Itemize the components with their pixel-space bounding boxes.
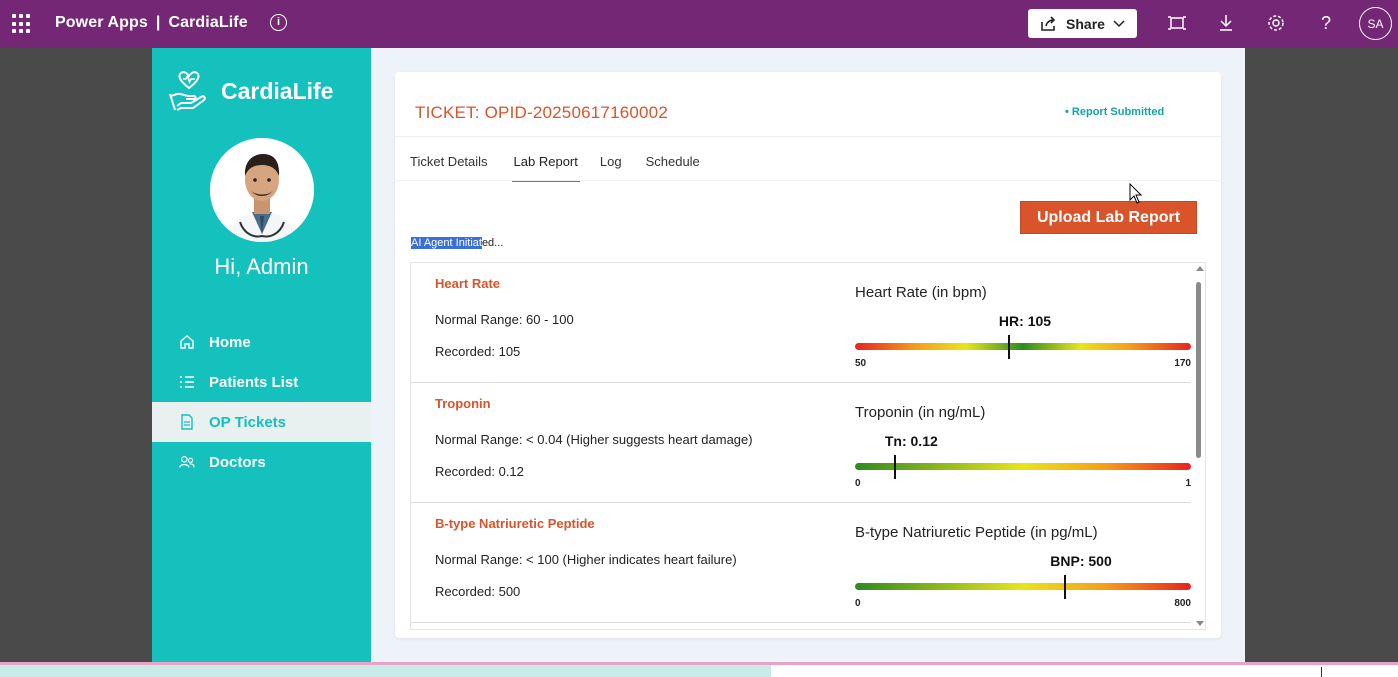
ai-agent-status[interactable]: AI Agent Initiated...: [411, 237, 503, 249]
waffle-icon[interactable]: [12, 14, 32, 34]
sidebar-item-label: OP Tickets: [209, 413, 286, 431]
greeting: Hi, Admin: [214, 254, 309, 279]
list-icon: [179, 374, 195, 390]
app-title: Power Apps | CardiaLife: [55, 14, 248, 32]
app-title-product: Power Apps: [55, 14, 148, 31]
brand: CardiaLife: [169, 70, 333, 112]
ticket-tabs: Ticket Details Lab Report Log Schedule: [410, 150, 724, 182]
tab-log[interactable]: Log: [600, 150, 634, 182]
tab-ticket-details[interactable]: Ticket Details: [410, 150, 500, 182]
sidebar-nav: Home Patients List OP Tickets Doctors: [152, 322, 371, 482]
normal-range: Normal Range: < 100 (Higher indicates he…: [435, 552, 737, 567]
gauge-needle: [1008, 335, 1010, 359]
avatar[interactable]: SA: [1359, 7, 1392, 40]
gauge-max-label: 1: [1185, 478, 1191, 489]
chevron-down-icon: [1113, 19, 1125, 27]
top-bar: Power Apps | CardiaLife i Share ? SA: [0, 0, 1398, 48]
recorded-value: Recorded: 500: [435, 584, 521, 599]
gauge-needle: [894, 455, 897, 479]
gauge-bar: [855, 583, 1191, 590]
gauge-min-label: 0: [855, 598, 861, 609]
home-icon: [179, 334, 195, 350]
people-icon: [179, 454, 195, 470]
test-name: Troponin: [435, 396, 491, 411]
brand-name: CardiaLife: [221, 77, 334, 104]
gauge-marker-label: HR: 105: [998, 313, 1052, 329]
divider: [395, 180, 1221, 181]
sidebar-item-label: Patients List: [209, 373, 299, 391]
sidebar-item-doctors[interactable]: Doctors: [152, 442, 371, 482]
sidebar-item-patients-list[interactable]: Patients List: [152, 362, 371, 402]
tab-schedule[interactable]: Schedule: [646, 150, 712, 182]
ai-agent-status-selected: AI Agent Initiat: [411, 237, 482, 249]
sidebar-item-home[interactable]: Home: [152, 322, 371, 362]
tab-lab-report[interactable]: Lab Report: [511, 150, 580, 182]
heart-hand-logo-icon: [169, 71, 206, 111]
share-icon: [1041, 15, 1056, 31]
list-item: Heart Rate Normal Range: 60 - 100 Record…: [411, 263, 1191, 383]
doctor-profile-image: [210, 138, 314, 242]
bottom-strip-tick: [1321, 667, 1322, 677]
gauge-title: Troponin (in ng/mL): [855, 404, 986, 421]
document-icon: [179, 414, 195, 430]
help-icon[interactable]: ?: [1315, 12, 1337, 34]
share-label: Share: [1066, 15, 1105, 32]
gauge-max-label: 800: [1174, 598, 1191, 609]
gauge-max-label: 170: [1174, 358, 1191, 369]
test-name: Heart Rate: [435, 276, 501, 291]
gauge-bar: [855, 343, 1191, 350]
app-title-separator: |: [155, 14, 161, 31]
normal-range: Normal Range: < 0.04 (Higher suggests he…: [435, 432, 753, 447]
gauge-title: Heart Rate (in bpm): [855, 284, 987, 301]
list-item: B-type Natriuretic Peptide Normal Range:…: [411, 503, 1191, 623]
bottom-strip-fill: [0, 665, 771, 677]
fit-screen-icon[interactable]: [1166, 12, 1188, 34]
scroll-down-icon[interactable]: [1196, 621, 1204, 626]
gauge-title: B-type Natriuretic Peptide (in pg/mL): [855, 524, 1098, 541]
share-button[interactable]: Share: [1028, 9, 1137, 38]
gauge-bar: [855, 463, 1191, 470]
sidebar: CardiaLife Hi, Admin Home Patients List …: [152, 48, 371, 662]
canvas-margin-left: [0, 48, 152, 662]
download-icon[interactable]: [1215, 12, 1237, 34]
upload-lab-report-button[interactable]: Upload Lab Report: [1020, 201, 1197, 234]
test-name: B-type Natriuretic Peptide: [435, 516, 595, 531]
ai-agent-status-rest: ed...: [481, 237, 504, 249]
normal-range: Normal Range: 60 - 100: [435, 312, 574, 327]
app-title-name: CardiaLife: [168, 14, 248, 31]
divider: [395, 136, 1221, 137]
gauge-min-label: 50: [855, 358, 867, 369]
canvas-margin-right: [1245, 48, 1398, 662]
mouse-cursor-icon: [1129, 183, 1143, 204]
results-scrollbar[interactable]: [1194, 264, 1204, 628]
recorded-value: Recorded: 0.12: [435, 464, 524, 479]
sidebar-item-op-tickets[interactable]: OP Tickets: [152, 402, 371, 442]
bottom-strip: [0, 662, 1398, 677]
info-icon[interactable]: i: [270, 14, 287, 31]
settings-icon[interactable]: [1265, 12, 1287, 34]
gauge-marker-label: Tn: 0.12: [884, 433, 938, 449]
recorded-value: Recorded: 105: [435, 344, 521, 359]
gauge-marker-label: BNP: 500: [1050, 553, 1112, 569]
sidebar-item-label: Doctors: [209, 453, 266, 471]
gauge-needle: [1064, 575, 1066, 599]
gauge-min-label: 0: [855, 478, 861, 489]
sidebar-item-label: Home: [209, 333, 251, 351]
scroll-up-icon[interactable]: [1196, 266, 1204, 271]
lab-results-list[interactable]: Heart Rate Normal Range: 60 - 100 Record…: [410, 262, 1206, 630]
ticket-card: TICKET: OPID-20250617160002 • Report Sub…: [395, 72, 1221, 638]
scrollbar-thumb[interactable]: [1196, 282, 1201, 458]
ticket-title: TICKET: OPID-20250617160002: [415, 103, 668, 122]
list-item: Troponin Normal Range: < 0.04 (Higher su…: [411, 383, 1191, 503]
status-badge: • Report Submitted: [1065, 106, 1165, 118]
